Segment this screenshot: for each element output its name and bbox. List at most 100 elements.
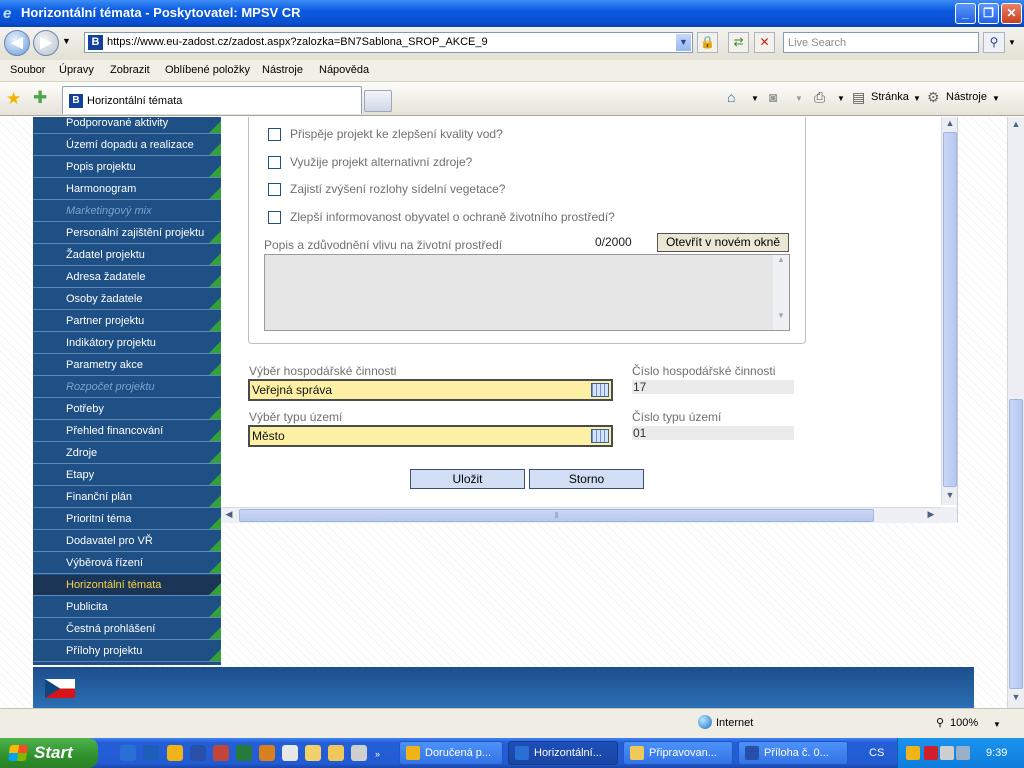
home-dropdown-icon[interactable]: ▼: [751, 94, 759, 103]
picker-icon[interactable]: [591, 383, 609, 397]
start-button[interactable]: Start: [0, 738, 98, 768]
sidebar-item-popis-projektu[interactable]: Popis projektu: [33, 157, 221, 178]
scroll-left-icon[interactable]: ◀: [222, 509, 236, 523]
tray-network-icon[interactable]: [940, 746, 954, 760]
home-icon[interactable]: ⌂: [727, 89, 735, 105]
sidebar-item-osoby-zadatele[interactable]: Osoby žadatele: [33, 289, 221, 310]
sidebar-item-adresa-zadatele[interactable]: Adresa žadatele: [33, 267, 221, 288]
scrollbar-thumb[interactable]: ⦀: [239, 509, 874, 522]
textarea-scrollbar[interactable]: ▲ ▼: [773, 255, 789, 330]
env-description-textarea[interactable]: ▲ ▼: [264, 254, 790, 331]
scroll-up-icon[interactable]: ▲: [943, 118, 957, 132]
scroll-down-icon[interactable]: ▼: [943, 490, 957, 504]
cancel-button[interactable]: Storno: [529, 469, 644, 489]
quicklaunch-more-icon[interactable]: »: [375, 749, 383, 759]
favorites-star-icon[interactable]: ★: [6, 89, 21, 109]
tools-menu[interactable]: Nástroje: [946, 91, 987, 103]
checkbox-box[interactable]: [268, 156, 281, 169]
scrollbar-thumb[interactable]: [1009, 399, 1023, 689]
sidebar-item-zadatel-projektu[interactable]: Žadatel projektu: [33, 245, 221, 266]
sidebar-item-prilohy-projektu[interactable]: Přílohy projektu: [33, 641, 221, 662]
save-button[interactable]: Uložit: [410, 469, 525, 489]
quicklaunch-outlook-icon[interactable]: [167, 745, 183, 761]
menu-help[interactable]: Nápověda: [319, 64, 369, 76]
tray-clock-app-icon[interactable]: [906, 746, 920, 760]
back-button[interactable]: ◀: [4, 30, 30, 56]
sidebar-item-etapy[interactable]: Etapy: [33, 465, 221, 486]
page-vertical-scrollbar[interactable]: ▲ ▼: [1007, 117, 1024, 708]
quicklaunch-excel-icon[interactable]: [236, 745, 252, 761]
task-horizontal-topics[interactable]: Horizontální...: [508, 741, 618, 765]
url-field[interactable]: B https://www.eu-zadost.cz/zadost.aspx?z…: [84, 32, 693, 53]
lock-icon[interactable]: 🔒: [697, 32, 718, 53]
tray-volume-icon[interactable]: [956, 746, 970, 760]
sidebar-item-cestna-prohlaseni[interactable]: Čestná prohlášení: [33, 619, 221, 640]
sidebar-item-zdroje[interactable]: Zdroje: [33, 443, 221, 464]
quicklaunch-desktop-icon[interactable]: [305, 745, 321, 761]
feeds-icon[interactable]: ◙: [769, 89, 777, 105]
scroll-up-icon[interactable]: ▲: [773, 255, 789, 264]
new-tab-button[interactable]: [364, 90, 392, 112]
minimize-button[interactable]: _: [955, 3, 976, 24]
stop-icon[interactable]: ✕: [754, 32, 775, 53]
zoom-level[interactable]: 100%: [950, 717, 978, 729]
add-favorite-icon[interactable]: ✚: [33, 88, 47, 108]
quicklaunch-browser-icon[interactable]: [143, 745, 159, 761]
task-inbox[interactable]: Doručená p...: [399, 741, 503, 765]
sidebar-item-podporovane-aktivity[interactable]: Podporované aktivity: [33, 117, 221, 134]
menu-favorites[interactable]: Oblíbené položky: [165, 64, 250, 76]
frame-horizontal-scrollbar[interactable]: ◀ ⦀ ▶: [221, 507, 941, 523]
sidebar-item-vyberova-rizeni[interactable]: Výběrová řízení: [33, 553, 221, 574]
task-prepared-folder[interactable]: Připravovan...: [623, 741, 733, 765]
sidebar-item-indikatory-projektu[interactable]: Indikátory projektu: [33, 333, 221, 354]
czech-flag-icon[interactable]: [45, 679, 75, 698]
checkbox-box[interactable]: [268, 183, 281, 196]
open-new-window-button[interactable]: Otevřít v novém okně: [657, 233, 789, 252]
menu-view[interactable]: Zobrazit: [110, 64, 150, 76]
maximize-button[interactable]: ❐: [978, 3, 999, 24]
checkbox-box[interactable]: [268, 211, 281, 224]
refresh-icon[interactable]: ⇄: [728, 32, 749, 53]
page-menu[interactable]: Stránka: [871, 91, 909, 103]
quicklaunch-folder-icon[interactable]: [328, 745, 344, 761]
sidebar-item-financni-plan[interactable]: Finanční plán: [33, 487, 221, 508]
search-options-icon[interactable]: ▼: [1008, 38, 1016, 47]
territory-select[interactable]: Město: [248, 425, 613, 447]
activity-select[interactable]: Veřejná správa: [248, 379, 613, 401]
menu-tools[interactable]: Nástroje: [262, 64, 303, 76]
sidebar-item-prehled-financovani[interactable]: Přehled financování: [33, 421, 221, 442]
quicklaunch-app-icon[interactable]: [259, 745, 275, 761]
sidebar-item-potreby[interactable]: Potřeby: [33, 399, 221, 420]
print-dropdown-icon[interactable]: ▼: [837, 94, 845, 103]
language-indicator[interactable]: CS: [869, 747, 884, 759]
quicklaunch-ie-icon[interactable]: [120, 745, 136, 761]
sidebar-item-parametry-akce[interactable]: Parametry akce: [33, 355, 221, 376]
sidebar-item-partner-projektu[interactable]: Partner projektu: [33, 311, 221, 332]
scroll-down-icon[interactable]: ▼: [1009, 692, 1023, 706]
url-dropdown-icon[interactable]: ▼: [676, 34, 691, 51]
search-input[interactable]: Live Search: [783, 32, 979, 53]
history-dropdown-icon[interactable]: ▼: [62, 36, 71, 46]
checkbox-box[interactable]: [268, 128, 281, 141]
quicklaunch-access-icon[interactable]: [213, 745, 229, 761]
tray-antivirus-icon[interactable]: [924, 746, 938, 760]
sidebar-item-publicita[interactable]: Publicita: [33, 597, 221, 618]
menu-edit[interactable]: Úpravy: [59, 64, 94, 76]
sidebar-item-prioritni-tema[interactable]: Prioritní téma: [33, 509, 221, 530]
scroll-up-icon[interactable]: ▲: [1009, 119, 1023, 133]
scroll-down-icon[interactable]: ▼: [773, 311, 789, 320]
picker-icon[interactable]: [591, 429, 609, 443]
scroll-right-icon[interactable]: ▶: [924, 509, 938, 523]
quicklaunch-word-icon[interactable]: [190, 745, 206, 761]
task-attachment-document[interactable]: Příloha č. 0...: [738, 741, 848, 765]
sidebar-item-horizontalni-temata[interactable]: Horizontální témata: [33, 575, 221, 596]
page-dropdown-icon[interactable]: ▼: [913, 94, 921, 103]
zoom-dropdown-icon[interactable]: ▼: [993, 720, 1001, 729]
close-button[interactable]: ✕: [1001, 3, 1022, 24]
sidebar-item-harmonogram[interactable]: Harmonogram: [33, 179, 221, 200]
forward-button[interactable]: ▶: [33, 30, 59, 56]
sidebar-item-dodavatel-pro-vr[interactable]: Dodavatel pro VŘ: [33, 531, 221, 552]
sidebar-item-uzemi-dopadu-a-realizace[interactable]: Území dopadu a realizace: [33, 135, 221, 156]
scrollbar-thumb[interactable]: [943, 132, 957, 487]
print-icon[interactable]: ⎙: [814, 89, 825, 106]
